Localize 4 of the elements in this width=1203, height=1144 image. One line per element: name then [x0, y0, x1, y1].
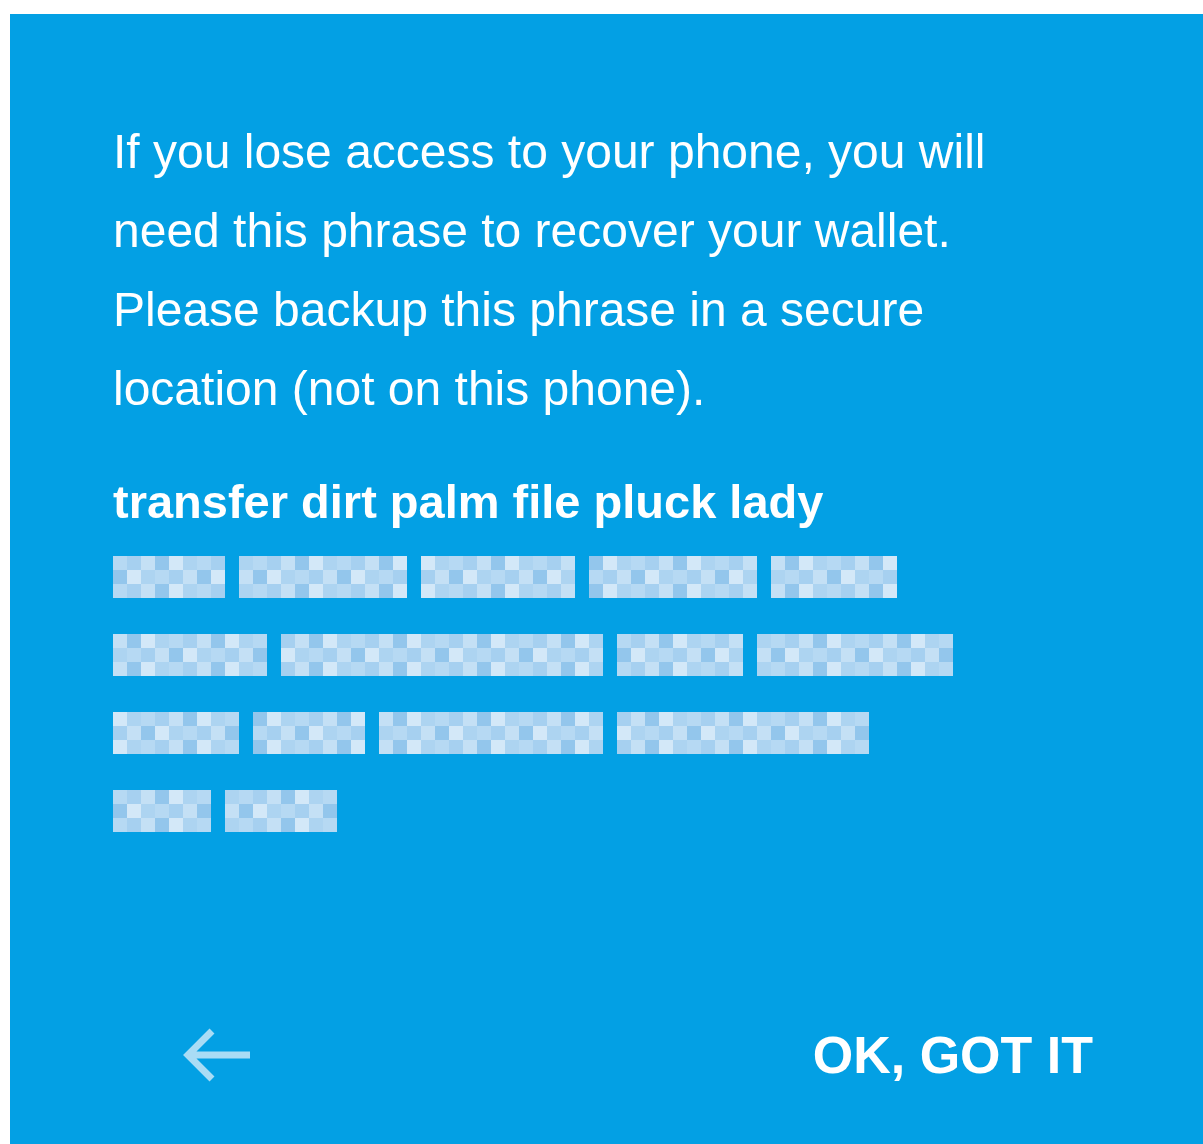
ok-button[interactable]: OK, GOT IT	[812, 1016, 1093, 1094]
back-arrow-icon	[182, 1027, 252, 1083]
message-text: If you lose access to your phone, you will need this phrase to recover your wallet. Please backup this phrase in a secure location (not on this phone).	[113, 124, 987, 417]
recovery-phrase: transfer dirt palm file pluck lady	[113, 474, 825, 530]
